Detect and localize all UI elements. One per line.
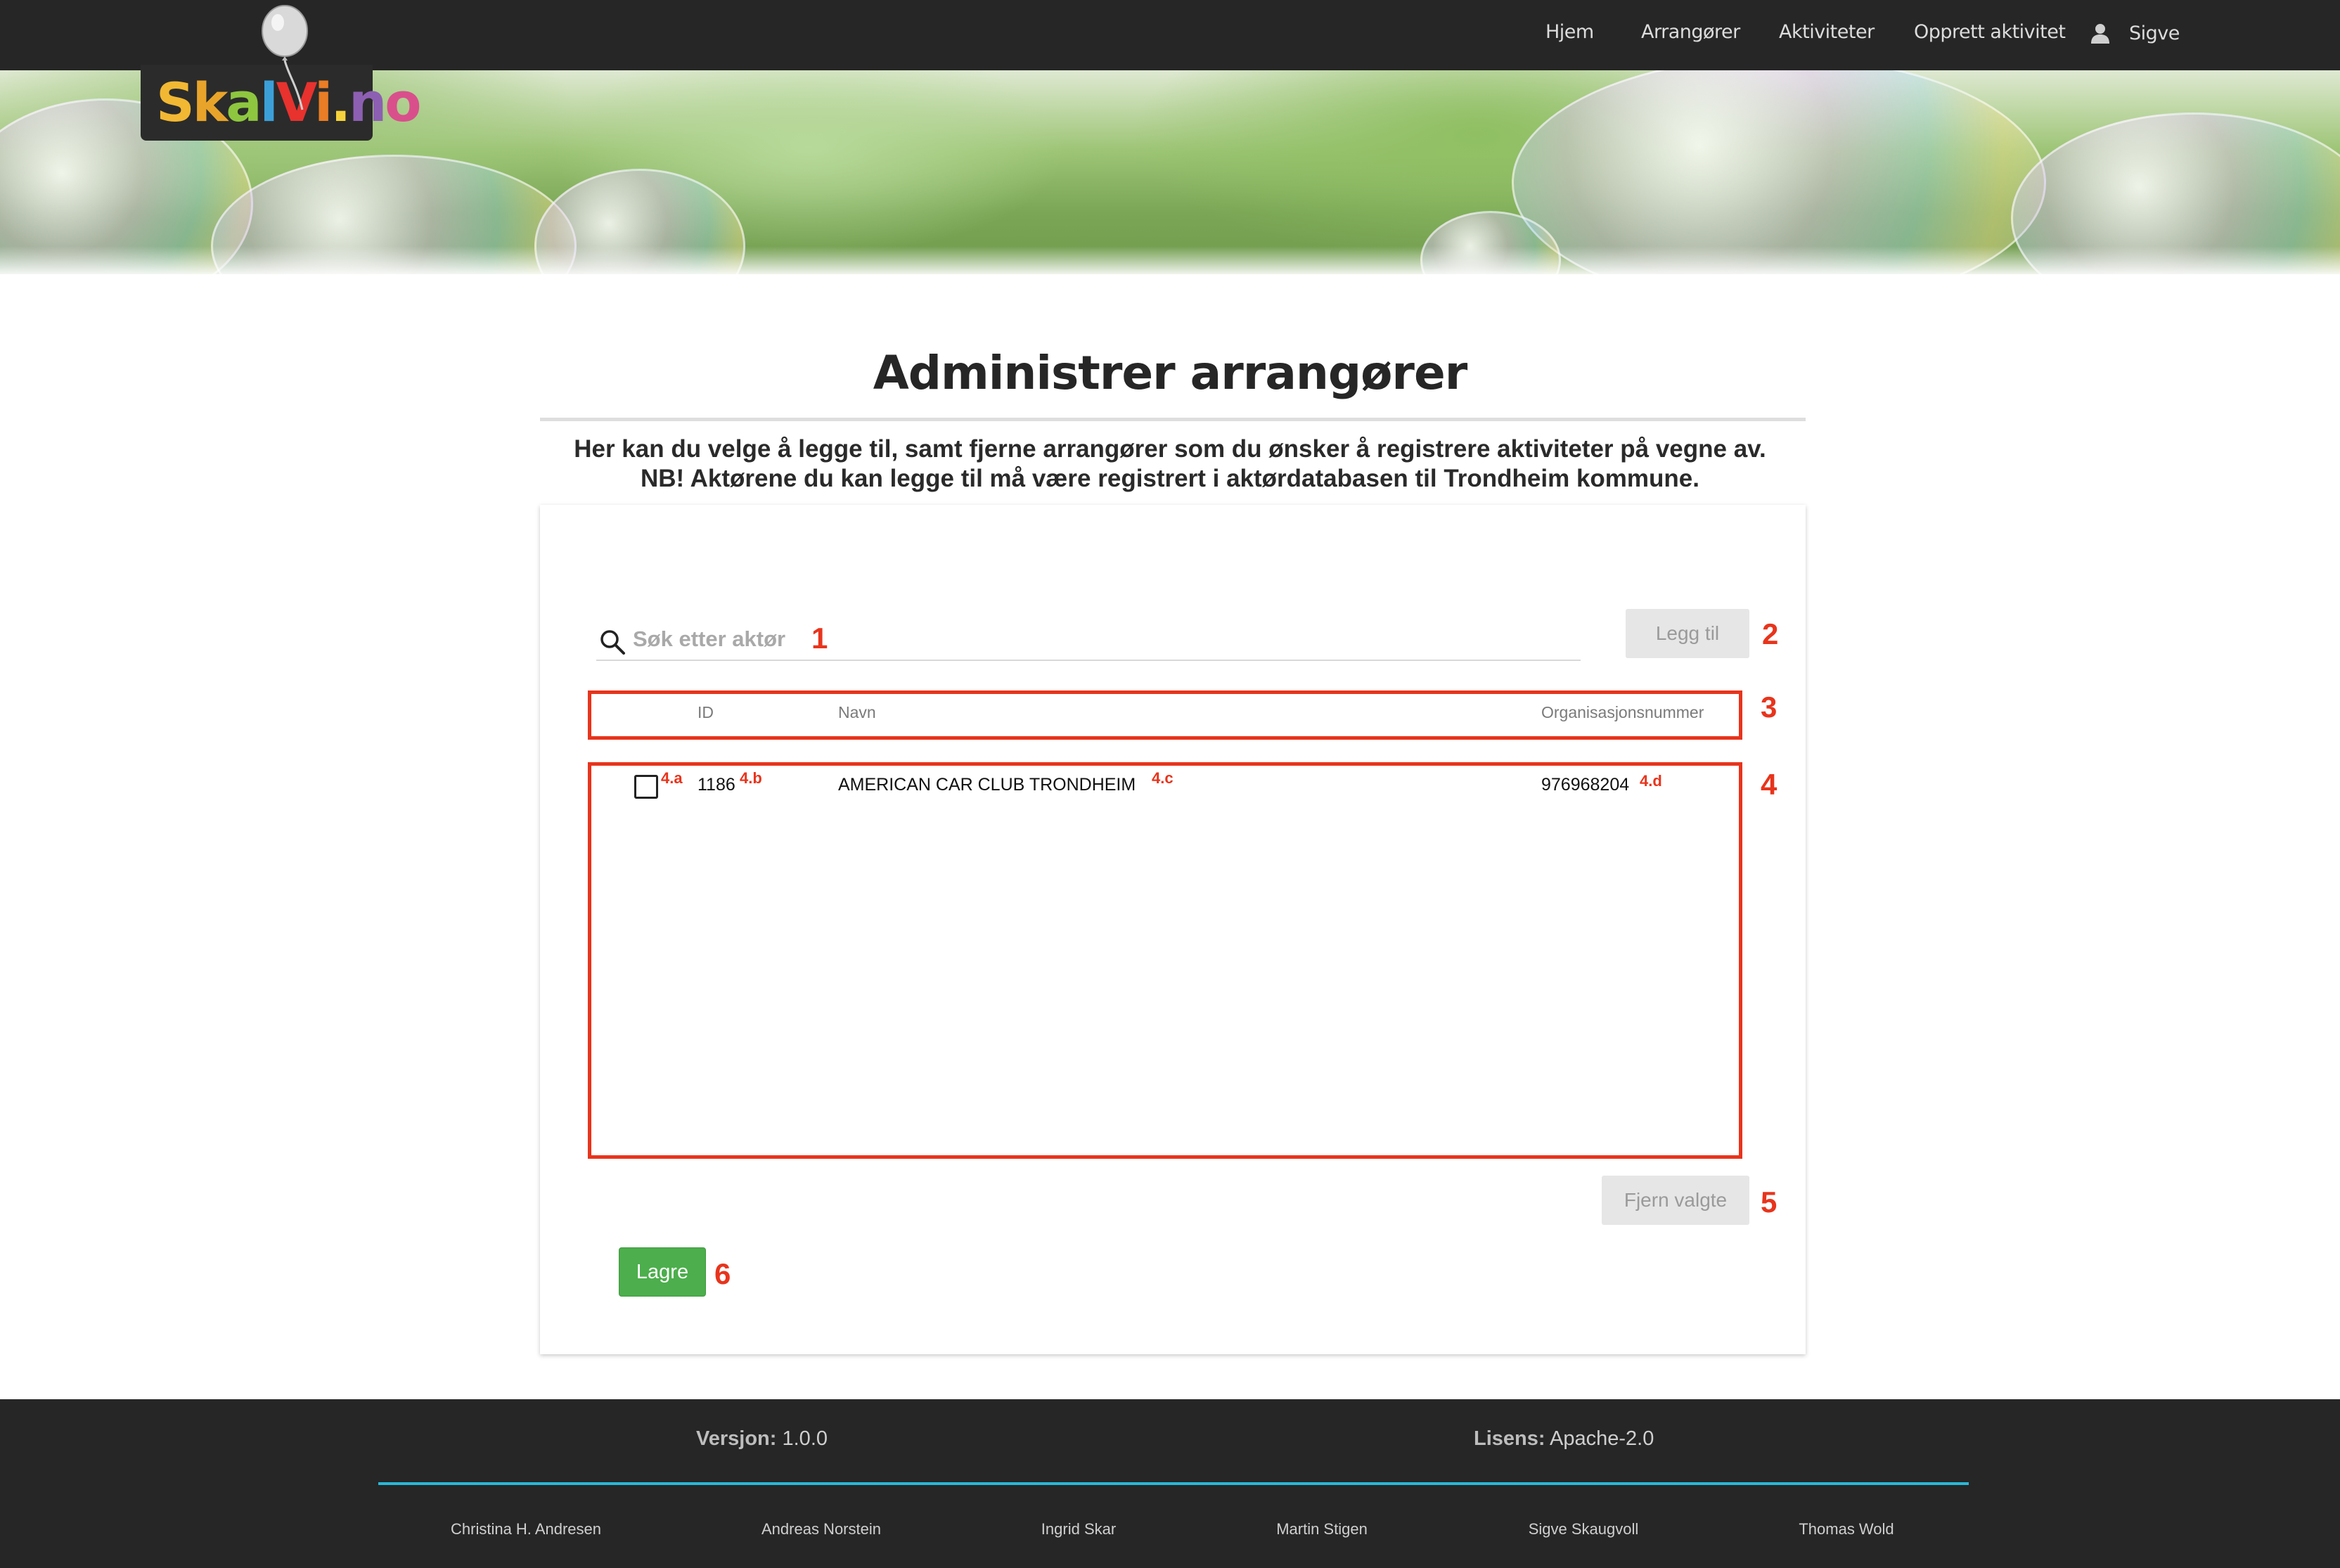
footer-author: Andreas Norstein	[761, 1520, 881, 1538]
column-header-org-number[interactable]: Organisasjonsnummer	[1541, 703, 1704, 722]
column-header-id[interactable]: ID	[698, 703, 714, 722]
top-navbar: Hjem Arrangører Aktiviteter Opprett akti…	[0, 0, 2340, 70]
add-button[interactable]: Legg til	[1626, 609, 1749, 658]
remove-selected-button[interactable]: Fjern valgte	[1602, 1176, 1749, 1225]
footer-divider	[378, 1482, 1969, 1485]
row-org-number: 976968204	[1541, 775, 1630, 795]
intro-line-1: Her kan du velge å legge til, samt fjern…	[574, 435, 1766, 463]
page-title: Administrer arrangører	[873, 346, 1468, 400]
annotation-label-3: 3	[1761, 690, 1778, 724]
search-input[interactable]	[633, 622, 1575, 657]
footer-author: Ingrid Skar	[1041, 1520, 1117, 1538]
nav-item-aktiviteter[interactable]: Aktiviteter	[1779, 21, 1875, 43]
annotation-label-4b: 4.b	[740, 769, 762, 787]
logo-letter: n	[349, 71, 387, 134]
title-divider	[540, 418, 1806, 421]
footer-license: Lisens: Apache-2.0	[1474, 1427, 1654, 1451]
footer-license-value: Apache-2.0	[1550, 1427, 1654, 1450]
footer-license-label: Lisens:	[1474, 1427, 1545, 1450]
logo-letter: S	[156, 71, 195, 134]
annotation-label-6: 6	[714, 1257, 731, 1290]
row-checkbox[interactable]	[634, 775, 658, 799]
save-button[interactable]: Lagre	[619, 1247, 706, 1297]
bubble-image	[1512, 70, 2046, 274]
footer-version: Versjon: 1.0.0	[696, 1427, 828, 1451]
row-id: 1186	[698, 775, 735, 795]
search-icon	[600, 630, 625, 655]
logo-letter: k	[192, 71, 229, 134]
footer-author: Christina H. Andresen	[451, 1520, 601, 1538]
footer-version-value: 1.0.0	[782, 1427, 828, 1450]
skalvi-logo[interactable]: SkalVi.no	[141, 5, 421, 141]
logo-letter: o	[385, 71, 421, 134]
column-header-name[interactable]: Navn	[838, 703, 876, 722]
annotation-label-4c: 4.c	[1152, 769, 1174, 787]
nav-item-arrangorer[interactable]: Arrangører	[1641, 21, 1740, 43]
footer-version-label: Versjon:	[696, 1427, 777, 1450]
nav-user-name[interactable]: Sigve	[2129, 23, 2180, 44]
footer-author: Sigve Skaugvoll	[1528, 1520, 1639, 1538]
annotation-label-4a: 4.a	[661, 769, 683, 787]
footer-author: Martin Stigen	[1276, 1520, 1368, 1538]
nav-item-hjem[interactable]: Hjem	[1545, 21, 1594, 43]
footer-author: Thomas Wold	[1799, 1520, 1894, 1538]
annotation-label-4d: 4.d	[1640, 772, 1662, 790]
annotation-label-4: 4	[1761, 768, 1778, 801]
balloon-icon	[262, 5, 308, 110]
logo-letter: i	[314, 71, 333, 134]
intro-line-2: NB! Aktørene du kan legge til må være re…	[640, 465, 1699, 492]
intro-text: Her kan du velge å legge til, samt fjern…	[0, 435, 2340, 494]
annotation-label-5: 5	[1761, 1185, 1778, 1219]
annotation-label-1: 1	[811, 622, 828, 655]
logo-letter: .	[330, 71, 351, 134]
nav-item-opprett-aktivitet[interactable]: Opprett aktivitet	[1914, 21, 2066, 43]
annotation-label-2: 2	[1762, 617, 1779, 650]
user-icon[interactable]	[2090, 23, 2111, 44]
row-name: AMERICAN CAR CLUB TRONDHEIM	[838, 775, 1136, 795]
